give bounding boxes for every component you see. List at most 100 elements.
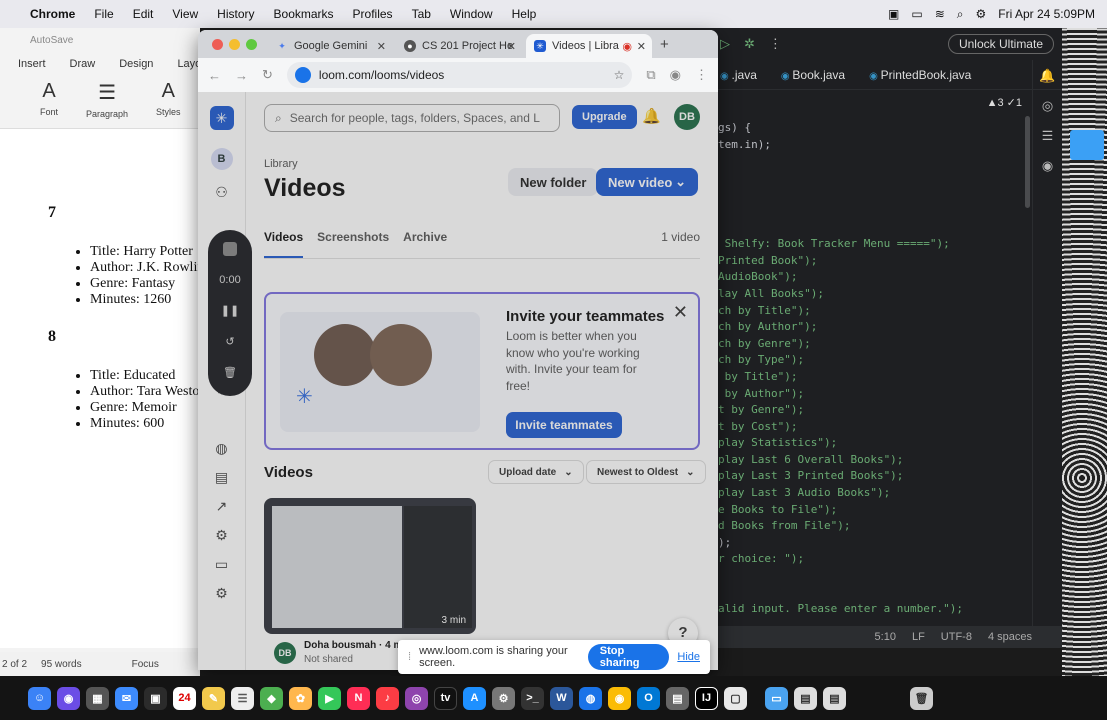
siri-icon[interactable]: ◉	[57, 686, 80, 710]
menu-tab[interactable]: Tab	[412, 7, 431, 21]
upgrade-button[interactable]: Upgrade	[572, 105, 637, 129]
word-count[interactable]: 95 words	[41, 659, 82, 670]
close-tab-icon[interactable]: ✕	[637, 40, 646, 53]
finder-icon[interactable]: ☺	[28, 686, 51, 710]
code-line[interactable]: tem.in);	[718, 137, 963, 154]
video-icon[interactable]: ▭	[215, 556, 228, 573]
close-tab-icon[interactable]: ✕	[377, 40, 386, 53]
close-window-button[interactable]	[212, 39, 223, 50]
code-line[interactable]: alid input. Please enter a number.");	[718, 601, 963, 618]
minimize-window-button[interactable]	[229, 39, 240, 50]
bell-icon[interactable]: 🔔	[642, 107, 661, 125]
tab-archive[interactable]: Archive	[403, 230, 447, 258]
notes-icon[interactable]: ✎	[202, 686, 225, 710]
maps-icon[interactable]: ◆	[260, 686, 283, 710]
code-line[interactable]: Printed Book");	[718, 253, 963, 270]
hide-share-bar-link[interactable]: Hide	[677, 651, 700, 663]
search-input[interactable]: ⌕ Search for people, tags, folders, Spac…	[264, 104, 560, 132]
paragraph-group[interactable]: ☰ Paragraph	[86, 80, 128, 128]
code-line[interactable]: );	[718, 535, 963, 552]
podcasts-icon[interactable]: ◎	[405, 686, 428, 710]
stop-recording-button[interactable]	[223, 242, 237, 256]
database-icon[interactable]: ☰	[1042, 128, 1054, 144]
code-line[interactable]	[718, 585, 963, 602]
app-store-icon[interactable]: A	[463, 686, 486, 710]
copilot-icon[interactable]: ◉	[1042, 158, 1053, 174]
globe-icon[interactable]: ◍	[215, 440, 227, 457]
bookmark-star-icon[interactable]: ☆	[614, 68, 625, 82]
video-sharing-status[interactable]: Not shared	[304, 654, 353, 665]
close-icon[interactable]: ✕	[673, 302, 688, 323]
restart-icon[interactable]: ↺	[225, 335, 234, 348]
reload-icon[interactable]: ↻	[262, 67, 273, 83]
document-icon[interactable]: ▤	[794, 686, 817, 710]
folder-icon[interactable]	[1070, 130, 1104, 160]
forward-icon[interactable]: →	[235, 68, 248, 83]
tab-cs201-project[interactable]: ● CS 201 Project He ✕	[396, 34, 522, 58]
notifications-icon[interactable]: 🔔	[1039, 68, 1055, 84]
code-line[interactable]: play Last 6 Overall Books");	[718, 452, 963, 469]
code-line[interactable]: t by Genre");	[718, 402, 963, 419]
system-settings-icon[interactable]: ⚙	[492, 686, 515, 710]
ribbon-tab-design[interactable]: Design	[119, 58, 153, 70]
address-bar[interactable]: loom.com/looms/videos ☆	[286, 62, 633, 88]
screen-share-icon[interactable]: ▣	[888, 7, 899, 21]
loom-logo-icon[interactable]: ✳	[209, 106, 234, 130]
indent-setting[interactable]: 4 spaces	[988, 631, 1032, 643]
launchpad-icon[interactable]: ▦	[86, 686, 109, 710]
facetime-icon[interactable]: ▶	[318, 686, 341, 710]
music-icon[interactable]: ♪	[376, 686, 399, 710]
code-line[interactable]	[718, 186, 963, 203]
notes-stack-icon[interactable]: ▢	[724, 686, 747, 710]
terminal-icon[interactable]: >_	[521, 686, 544, 710]
code-line[interactable]	[718, 170, 963, 187]
menu-app-name[interactable]: Chrome	[30, 7, 75, 21]
debug-icon[interactable]: ✲	[744, 36, 755, 52]
close-tab-icon[interactable]: ✕	[507, 40, 516, 53]
menu-file[interactable]: File	[94, 7, 113, 21]
code-line[interactable]: e Books to File");	[718, 502, 963, 519]
trash-icon[interactable]: 🗑	[910, 686, 933, 710]
code-line[interactable]: gs) {	[718, 120, 963, 137]
intellij-icon[interactable]: IJ	[695, 686, 718, 710]
delete-icon[interactable]: 🗑	[223, 366, 237, 379]
code-line[interactable]: play Statistics");	[718, 435, 963, 452]
menu-edit[interactable]: Edit	[133, 7, 154, 21]
safari-icon[interactable]: ◍	[579, 686, 602, 710]
tab-google-gemini[interactable]: ✦ Google Gemini ✕	[268, 34, 392, 58]
word-icon[interactable]: W	[550, 686, 573, 710]
code-line[interactable]: Shelfy: Book Tracker Menu =====");	[718, 236, 963, 253]
menu-window[interactable]: Window	[450, 7, 493, 21]
drag-handle-icon[interactable]: ⁞	[408, 651, 411, 663]
code-line[interactable]: lay All Books");	[718, 286, 963, 303]
ribbon-tab-draw[interactable]: Draw	[70, 58, 96, 70]
run-icon[interactable]: ▷	[720, 36, 730, 52]
document-icon[interactable]: ▤	[823, 686, 846, 710]
insights-icon[interactable]: ↗	[216, 498, 228, 515]
workspace-settings-icon[interactable]: ⚙	[215, 527, 228, 544]
tab-loom-videos[interactable]: ✳ Videos | Libra ◉ ✕	[526, 34, 652, 58]
reminders-icon[interactable]: ☰	[231, 686, 254, 710]
add-member-icon[interactable]: ⚇	[215, 184, 228, 201]
new-folder-button[interactable]: New folder	[508, 168, 599, 196]
gear-icon[interactable]: ⚙	[215, 585, 228, 602]
code-line[interactable]: by Author");	[718, 386, 963, 403]
menu-help[interactable]: Help	[512, 7, 537, 21]
ribbon-tab-insert[interactable]: Insert	[18, 58, 46, 70]
downloads-folder-icon[interactable]: ▭	[765, 686, 788, 710]
tab-videos[interactable]: Videos	[264, 230, 304, 258]
photos-icon[interactable]: ✿	[289, 686, 312, 710]
line-separator[interactable]: LF	[912, 631, 925, 643]
inspection-widget[interactable]: ▲3 ✓1	[987, 96, 1022, 109]
news-icon[interactable]: N	[347, 686, 370, 710]
profile-icon[interactable]: ◉	[670, 67, 681, 83]
back-icon[interactable]: ←	[208, 68, 221, 83]
code-line[interactable]: d Books from File");	[718, 518, 963, 535]
tab-screenshots[interactable]: Screenshots	[317, 230, 389, 258]
video-thumbnail[interactable]: 3 min	[264, 498, 476, 634]
sort-order-dropdown[interactable]: Newest to Oldest ⌄	[586, 460, 706, 484]
search-icon[interactable]: ⌕	[957, 7, 964, 22]
ai-assistant-icon[interactable]: ◎	[1042, 98, 1053, 114]
new-video-button[interactable]: New video ⌄	[596, 168, 698, 196]
zoom-window-button[interactable]	[246, 39, 257, 50]
